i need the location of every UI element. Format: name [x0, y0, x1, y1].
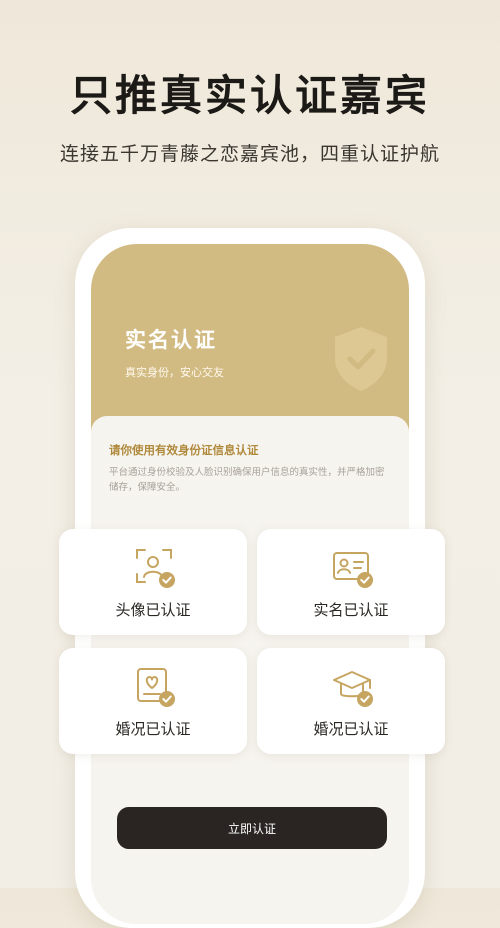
- verify-now-button[interactable]: 立即认证: [117, 807, 387, 849]
- card-label: 婚况已认证: [313, 720, 389, 738]
- id-card-icon: [333, 552, 373, 588]
- verification-subtitle: 真实身份，安心交友: [125, 366, 224, 379]
- avatar-verified-card[interactable]: 头像已认证: [59, 529, 247, 635]
- verification-title: 实名认证: [125, 327, 217, 352]
- education-verified-card[interactable]: 婚况已认证: [257, 648, 445, 754]
- page-headline: 只推真实认证嘉宾: [69, 71, 430, 120]
- marriage-verified-card[interactable]: 婚况已认证: [59, 648, 247, 754]
- info-title: 请你使用有效身份证信息认证: [109, 443, 259, 457]
- face-scan-icon: [136, 549, 175, 588]
- card-label: 实名已认证: [313, 601, 389, 619]
- heart-document-icon: [137, 668, 175, 707]
- verification-header: 实名认证 真实身份，安心交友: [91, 244, 409, 444]
- page-subheadline: 连接五千万青藤之恋嘉宾池，四重认证护航: [59, 143, 440, 165]
- shield-check-icon: [335, 327, 387, 391]
- info-description: 平台通过身份校验及人脸识别确保用户信息的真实性，并严格加密储存，保障安全。: [109, 467, 385, 493]
- card-label: 头像已认证: [115, 601, 191, 619]
- card-label: 婚况已认证: [115, 720, 191, 738]
- realname-verified-card[interactable]: 实名已认证: [257, 529, 445, 635]
- graduation-cap-icon: [333, 671, 373, 707]
